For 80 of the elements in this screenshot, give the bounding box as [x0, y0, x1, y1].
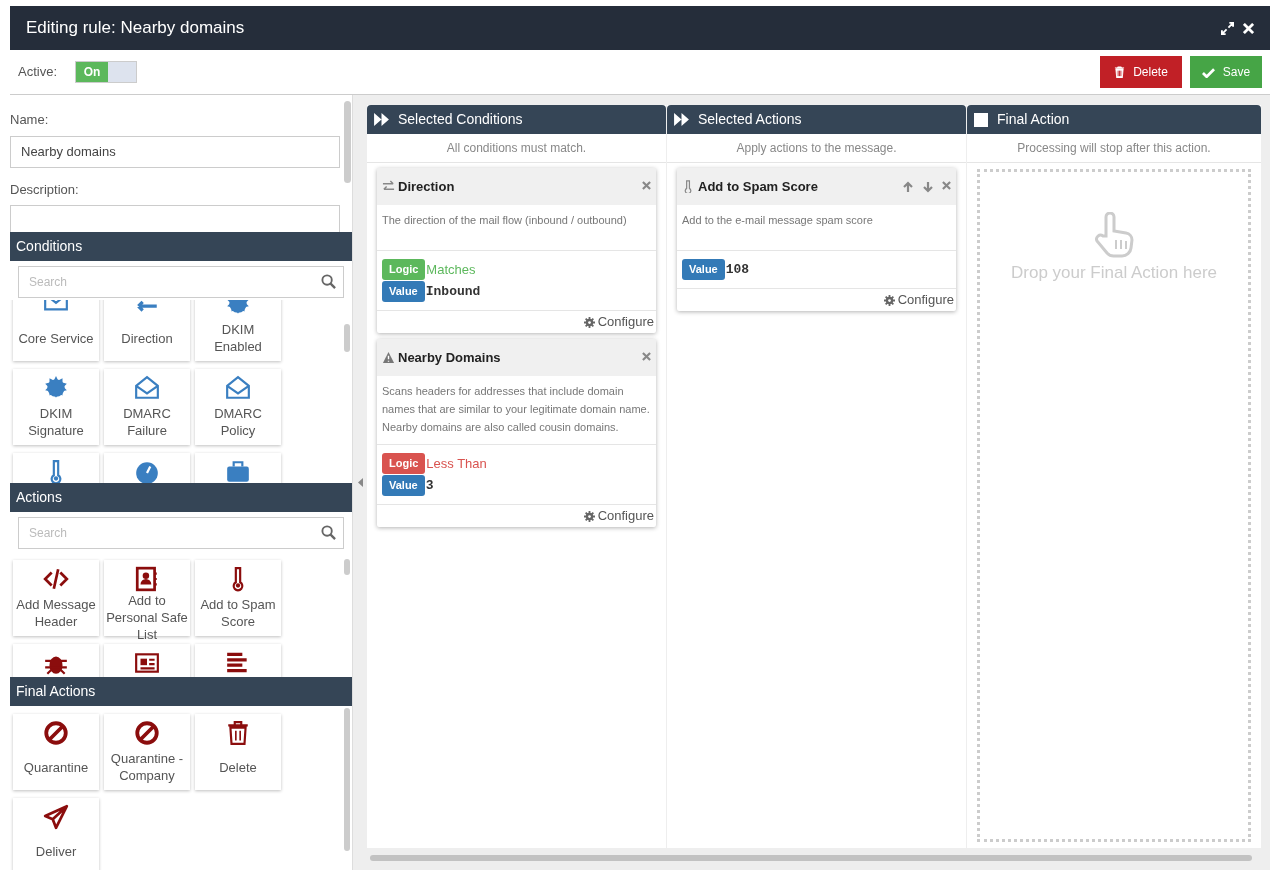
field-value: 108 [725, 260, 750, 279]
gear-icon [583, 510, 595, 522]
expand-icon[interactable] [1221, 21, 1234, 35]
field-badge: Value [382, 281, 425, 302]
scrollbar[interactable] [344, 559, 350, 575]
search-icon [321, 525, 336, 540]
search-field[interactable]: Search [18, 517, 344, 549]
card-description: The direction of the mail flow (inbound / outbound) [377, 205, 656, 251]
check-icon [1201, 66, 1215, 78]
fast-forward-icon [674, 113, 689, 126]
collapse-arrow-icon[interactable] [357, 478, 363, 487]
card-description: Add to the e-mail message spam score [677, 205, 956, 251]
trash-icon [225, 720, 251, 746]
field-value: Matches [426, 260, 476, 279]
card-title: Nearby Domains [398, 348, 502, 367]
section-header: Conditions [10, 232, 352, 261]
warning-icon [382, 351, 395, 364]
column-header: Selected Actions [667, 105, 966, 134]
gauge-icon [134, 459, 160, 483]
window-title: Editing rule: Nearby domains [26, 17, 246, 40]
gear-icon [583, 316, 595, 328]
description-label: Description: [10, 180, 80, 199]
tile[interactable]: Quarantine - Company [104, 714, 190, 790]
prohibited-icon [43, 720, 69, 746]
scrollbar[interactable] [344, 101, 351, 183]
column-header: Selected Conditions [367, 105, 666, 134]
briefcase-icon [225, 459, 251, 483]
card-title: Direction [398, 177, 456, 196]
tile[interactable]: Add Message Header [13, 560, 99, 636]
tile[interactable]: DMARC Failure [104, 369, 190, 445]
tile[interactable]: Quarantine [13, 714, 99, 790]
gear-icon [883, 294, 895, 306]
configure-button[interactable]: Configure [883, 290, 954, 310]
card-description: Scans headers for addresses that include domain names that are similar to your legitimate domain name. Nearby domains are also called cousin domains. [377, 376, 656, 445]
field-badge: Logic [382, 259, 426, 280]
newspaper-icon [134, 650, 160, 676]
active-label: Active: [18, 63, 57, 82]
field-value: 3 [425, 476, 434, 495]
trash-icon [1114, 66, 1126, 78]
envelope-icon [225, 375, 251, 401]
configure-button[interactable]: Configure [583, 312, 654, 332]
scrollbar[interactable] [344, 324, 350, 352]
tile[interactable]: Deliver [13, 798, 99, 870]
name-label: Name: [10, 111, 50, 129]
arrow-up-icon [902, 180, 914, 193]
column-header: Final Action [967, 105, 1261, 134]
arrow-down-icon [922, 180, 934, 193]
section-header: Final Actions [10, 677, 352, 706]
name-field[interactable]: Nearby domains [10, 135, 340, 168]
field-badge: Value [682, 259, 725, 280]
search-field[interactable]: Search [18, 266, 344, 298]
tile[interactable]: DKIM Signature [13, 369, 99, 445]
delete-button[interactable]: Delete [1100, 56, 1182, 88]
field-badge: Value [382, 475, 425, 496]
configure-button[interactable]: Configure [583, 506, 654, 526]
scrollbar[interactable] [344, 708, 350, 851]
tile[interactable]: Add to Spam Score [195, 560, 281, 636]
card-title: Add to Spam Score [698, 177, 819, 196]
fast-forward-icon [374, 113, 389, 126]
tile[interactable]: DKIM Enabled [195, 300, 281, 361]
pointing-hand-icon [1092, 212, 1136, 258]
paper-plane-icon [43, 804, 69, 830]
envelope-icon [134, 375, 160, 401]
tile[interactable]: DMARC Policy [195, 369, 281, 445]
code-icon [43, 566, 69, 592]
section-header: Actions [10, 483, 352, 512]
tile[interactable]: Delete [195, 714, 281, 790]
field-value: Inbound [425, 282, 481, 301]
field-value: Less Than [426, 454, 487, 473]
search-icon [321, 274, 336, 289]
prohibited-icon [134, 720, 160, 746]
contact-book-icon [134, 566, 160, 592]
column-subtitle: Apply actions to the message. [667, 134, 966, 163]
tile[interactable]: Direction [104, 300, 190, 361]
column-subtitle: Processing will stop after this action. [967, 134, 1261, 163]
tile[interactable]: Core Service [13, 300, 99, 361]
field-badge: Logic [382, 453, 426, 474]
horizontal-scrollbar[interactable] [370, 855, 1252, 861]
square-icon [974, 112, 988, 127]
column-subtitle: All conditions must match. [367, 134, 666, 163]
